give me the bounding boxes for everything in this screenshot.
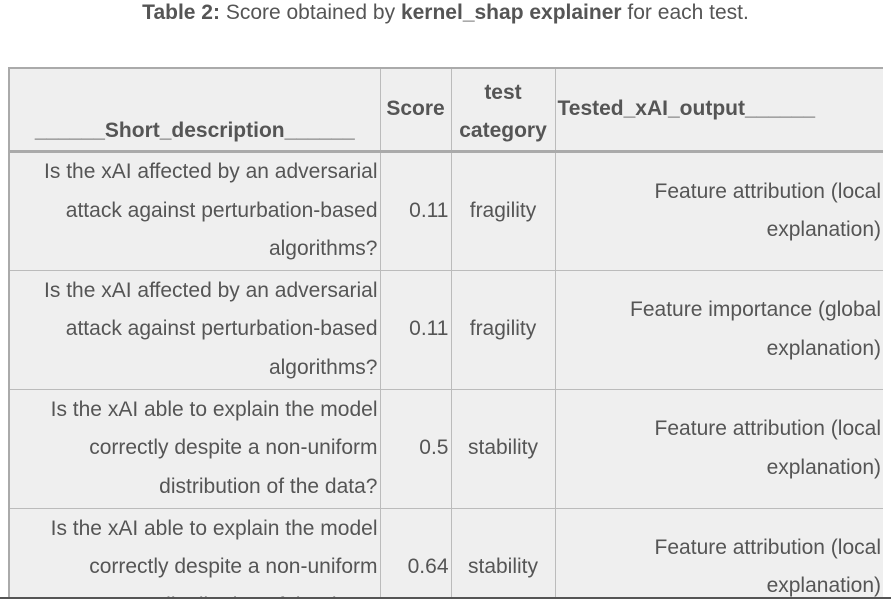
table-header-row: ______Short_description______ Score test… — [8, 67, 883, 153]
score-table: ______Short_description______ Score test… — [8, 67, 883, 599]
caption-explainer: kernel_shap explainer — [400, 1, 622, 24]
table-caption: Table 2: Score obtained by kernel_shap e… — [0, 0, 891, 26]
table-row: Is the xAI affected by an adversarial at… — [8, 150, 883, 271]
header-short-description: ______Short_description______ — [8, 67, 381, 153]
header-score: Score — [379, 67, 452, 153]
cell-test-category: fragility — [450, 150, 556, 271]
cell-score: 0.11 — [379, 269, 452, 390]
cell-tested-output: Feature attribution (local explanation) — [554, 150, 883, 271]
cell-tested-output: Feature importance (global explanation) — [554, 269, 883, 390]
cell-test-category: stability — [450, 388, 556, 509]
cell-short-description: Is the xAI able to explain the model cor… — [8, 388, 381, 509]
cell-tested-output: Feature attribution (local explanation) — [554, 507, 883, 599]
cell-tested-output: Feature attribution (local explanation) — [554, 388, 883, 509]
table-row: Is the xAI affected by an adversarial at… — [8, 269, 883, 390]
cell-test-category: fragility — [450, 269, 556, 390]
table-row: Is the xAI able to explain the model cor… — [8, 507, 883, 599]
table-row: Is the xAI able to explain the model cor… — [8, 388, 883, 509]
cell-score: 0.5 — [379, 388, 452, 509]
table-container[interactable]: ______Short_description______ Score test… — [8, 67, 883, 599]
caption-label: Table 2: — [142, 1, 220, 24]
cell-test-category: stability — [450, 507, 556, 599]
cell-short-description: Is the xAI affected by an adversarial at… — [8, 150, 381, 271]
cell-score: 0.11 — [379, 150, 452, 271]
caption-text-before: Score obtained by — [225, 1, 396, 24]
header-tested-output: Tested_xAI_output______ — [554, 67, 883, 153]
cell-score: 0.64 — [379, 507, 452, 599]
header-test-category: test category — [450, 67, 556, 153]
cell-short-description: Is the xAI affected by an adversarial at… — [8, 269, 381, 390]
caption-text-after: for each test. — [627, 1, 749, 24]
cell-short-description: Is the xAI able to explain the model cor… — [8, 507, 381, 599]
